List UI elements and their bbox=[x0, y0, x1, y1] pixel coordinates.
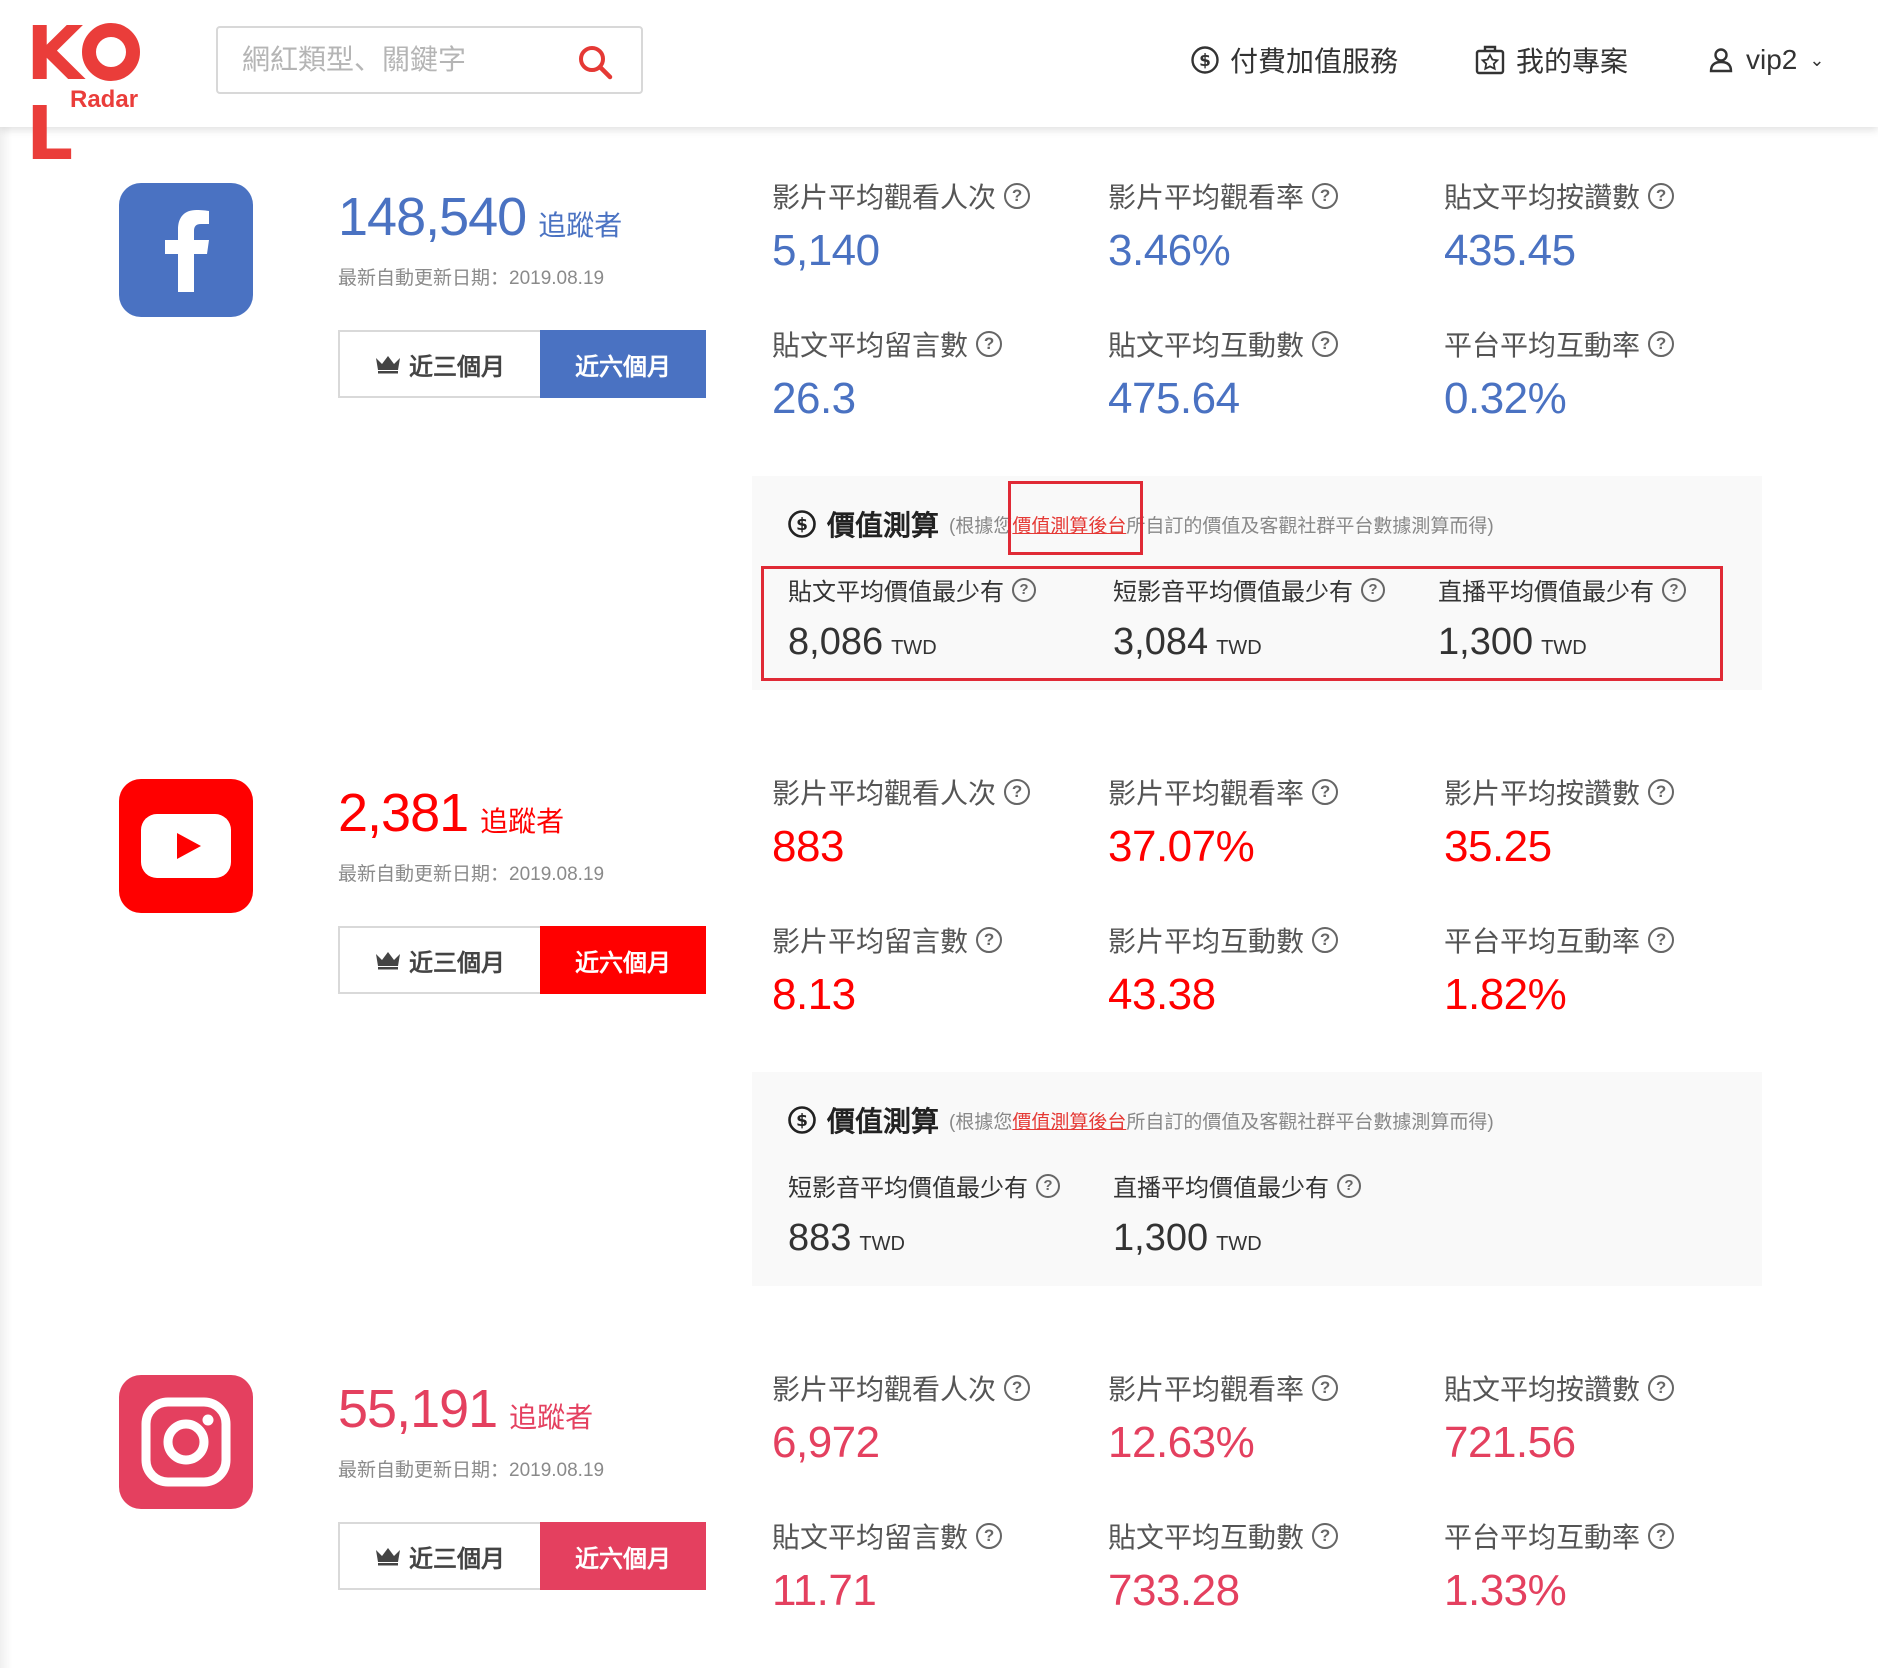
help-icon[interactable]: ? bbox=[1648, 331, 1675, 357]
youtube-icon bbox=[119, 779, 253, 913]
facebook-icon bbox=[119, 183, 253, 317]
stat-item: 影片平均觀看率? 3.46% bbox=[1108, 176, 1339, 276]
crown-icon bbox=[376, 952, 400, 970]
user-icon bbox=[1709, 48, 1733, 73]
stat-item: 影片平均觀看率? 12.63% bbox=[1108, 1368, 1339, 1468]
highlight-box-values bbox=[761, 566, 1723, 681]
help-icon[interactable]: ? bbox=[976, 331, 1003, 357]
stat-item: 貼文平均互動數? 733.28 bbox=[1108, 1516, 1339, 1616]
help-icon[interactable]: ? bbox=[976, 927, 1003, 953]
dollar-icon: $ bbox=[788, 1106, 816, 1134]
value-estimate-panel: $ 價值測算 (根據您價值測算後台所自訂的價值及客觀社群平台數據測算而得) 短影… bbox=[752, 1072, 1762, 1286]
update-date: 最新自動更新日期：2019.08.19 bbox=[338, 1460, 605, 1481]
period-3-months-button[interactable]: 近三個月 bbox=[338, 926, 540, 994]
stat-item: 影片平均按讚數? 35.25 bbox=[1444, 772, 1675, 872]
period-toggle: 近三個月 近六個月 bbox=[338, 330, 706, 398]
help-icon[interactable]: ? bbox=[1312, 927, 1339, 953]
update-date: 最新自動更新日期：2019.08.19 bbox=[338, 864, 605, 885]
help-icon[interactable]: ? bbox=[976, 1523, 1003, 1549]
period-3-months-button[interactable]: 近三個月 bbox=[338, 1522, 540, 1590]
stat-item: 貼文平均互動數? 475.64 bbox=[1108, 324, 1339, 424]
help-icon[interactable]: ? bbox=[1312, 1523, 1339, 1549]
stat-item: 貼文平均留言數? 11.71 bbox=[772, 1516, 1003, 1616]
help-icon[interactable]: ? bbox=[1036, 1173, 1060, 1198]
period-6-months-button[interactable]: 近六個月 bbox=[540, 926, 706, 994]
kol-radar-logo[interactable]: KL Radar bbox=[26, 14, 186, 174]
nav-paid-label: 付費加值服務 bbox=[1230, 46, 1399, 77]
highlight-box-link bbox=[1008, 481, 1143, 555]
stat-item: 影片平均觀看人次? 6,972 bbox=[772, 1368, 1031, 1468]
help-icon[interactable]: ? bbox=[1312, 331, 1339, 357]
followers-count: 2,381 bbox=[338, 783, 469, 843]
help-icon[interactable]: ? bbox=[1648, 183, 1675, 209]
user-menu[interactable]: vip2 ⌄ bbox=[1706, 38, 1824, 82]
help-icon[interactable]: ? bbox=[1312, 1375, 1339, 1401]
top-header: KL Radar $ 付費加值服務 我的專案 vip2 ⌄ bbox=[0, 0, 1878, 174]
value-panel-title: $ 價值測算 (根據您價值測算後台所自訂的價值及客觀社群平台數據測算而得) bbox=[787, 1100, 1494, 1140]
instagram-icon bbox=[119, 1375, 253, 1509]
project-star-icon bbox=[1475, 45, 1505, 75]
dollar-icon: $ bbox=[1191, 46, 1219, 74]
followers-count: 148,540 bbox=[338, 187, 527, 247]
stat-item: 影片平均觀看人次? 883 bbox=[772, 772, 1031, 872]
update-date: 最新自動更新日期：2019.08.19 bbox=[338, 268, 605, 289]
youtube-followers: 2,381 追蹤者 bbox=[338, 782, 564, 844]
followers-unit: 追蹤者 bbox=[509, 1402, 594, 1433]
crown-icon bbox=[376, 356, 400, 374]
svg-text:$: $ bbox=[796, 1111, 808, 1131]
instagram-followers: 55,191 追蹤者 bbox=[338, 1378, 593, 1440]
stat-item: 貼文平均按讚數? 435.45 bbox=[1444, 176, 1675, 276]
value-item: 直播平均價值最少有? 1,300 TWD bbox=[1113, 1168, 1361, 1260]
help-icon[interactable]: ? bbox=[1648, 779, 1675, 805]
stat-item: 影片平均互動數? 43.38 bbox=[1108, 920, 1339, 1020]
crown-icon bbox=[376, 1548, 400, 1566]
help-icon[interactable]: ? bbox=[1312, 779, 1339, 805]
help-icon[interactable]: ? bbox=[1648, 927, 1675, 953]
svg-text:$: $ bbox=[1199, 51, 1211, 71]
help-icon[interactable]: ? bbox=[1312, 183, 1339, 209]
stat-item: 影片平均觀看率? 37.07% bbox=[1108, 772, 1339, 872]
stat-item: 貼文平均按讚數? 721.56 bbox=[1444, 1368, 1675, 1468]
nav-my-projects[interactable]: 我的專案 bbox=[1474, 38, 1628, 82]
period-6-months-button[interactable]: 近六個月 bbox=[540, 330, 706, 398]
logo-radar-text: Radar bbox=[70, 86, 139, 113]
svg-text:$: $ bbox=[796, 515, 808, 535]
left-shadow bbox=[0, 127, 12, 1668]
followers-count: 55,191 bbox=[338, 1379, 498, 1439]
search-box bbox=[216, 26, 643, 94]
period-6-months-button[interactable]: 近六個月 bbox=[540, 1522, 706, 1590]
help-icon[interactable]: ? bbox=[1337, 1173, 1361, 1198]
followers-unit: 追蹤者 bbox=[538, 210, 623, 241]
chevron-down-icon: ⌄ bbox=[1809, 49, 1825, 70]
stat-item: 平台平均互動率? 0.32% bbox=[1444, 324, 1675, 424]
help-icon[interactable]: ? bbox=[1648, 1375, 1675, 1401]
followers-unit: 追蹤者 bbox=[480, 806, 565, 837]
period-toggle: 近三個月 近六個月 bbox=[338, 1522, 706, 1590]
value-item: 短影音平均價值最少有? 883 TWD bbox=[788, 1168, 1060, 1260]
help-icon[interactable]: ? bbox=[1004, 1375, 1031, 1401]
search-icon[interactable] bbox=[577, 44, 613, 80]
nav-projects-label: 我的專案 bbox=[1516, 46, 1629, 77]
period-3-months-button[interactable]: 近三個月 bbox=[338, 330, 540, 398]
help-icon[interactable]: ? bbox=[1004, 183, 1031, 209]
stat-item: 平台平均互動率? 1.33% bbox=[1444, 1516, 1675, 1616]
user-name: vip2 bbox=[1746, 44, 1798, 75]
facebook-followers: 148,540 追蹤者 bbox=[338, 186, 622, 248]
stat-item: 影片平均觀看人次? 5,140 bbox=[772, 176, 1031, 276]
stat-item: 貼文平均留言數? 26.3 bbox=[772, 324, 1003, 424]
stat-item: 平台平均互動率? 1.82% bbox=[1444, 920, 1675, 1020]
help-icon[interactable]: ? bbox=[1648, 1523, 1675, 1549]
help-icon[interactable]: ? bbox=[1004, 779, 1031, 805]
logo-smile-icon bbox=[82, 23, 141, 82]
nav-paid-services[interactable]: $ 付費加值服務 bbox=[1190, 38, 1398, 82]
dollar-icon: $ bbox=[788, 510, 816, 538]
stat-item: 影片平均留言數? 8.13 bbox=[772, 920, 1003, 1020]
value-backend-link[interactable]: 價值測算後台 bbox=[1012, 1112, 1126, 1133]
search-input[interactable] bbox=[242, 40, 562, 80]
period-toggle: 近三個月 近六個月 bbox=[338, 926, 706, 994]
